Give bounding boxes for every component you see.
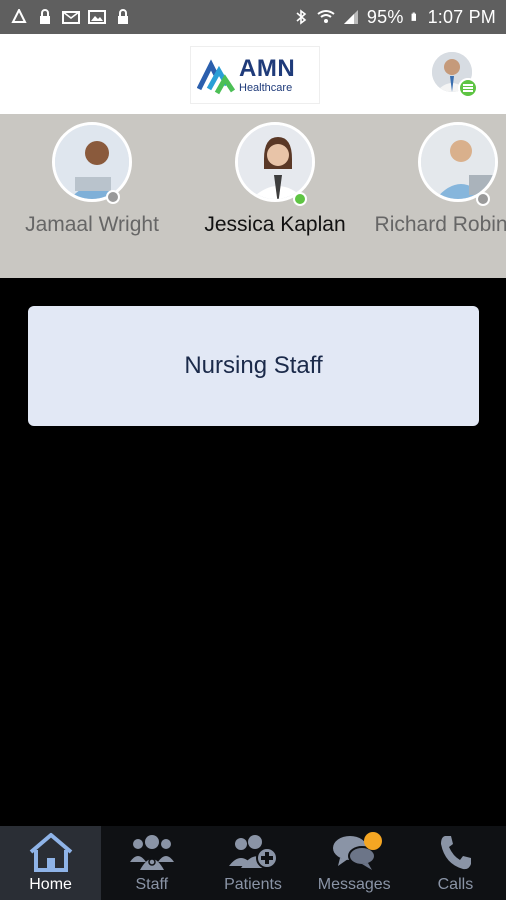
- contact-name: Richard Robinson: [374, 213, 506, 236]
- nav-staff[interactable]: Staff: [101, 826, 202, 900]
- patients-icon: [229, 835, 278, 869]
- staff-icon: [129, 835, 174, 870]
- status-bar: 95% 1:07 PM: [0, 0, 506, 34]
- status-dot-online: [293, 192, 307, 206]
- nav-label: Patients: [224, 876, 282, 893]
- nav-messages[interactable]: Messages: [304, 826, 405, 900]
- bluetooth-icon: [296, 9, 307, 25]
- logo-subtitle: Healthcare: [239, 81, 293, 94]
- avatar: [418, 122, 498, 202]
- amn-logo-mark-icon: [197, 59, 235, 95]
- status-right: 95% 1:07 PM: [292, 7, 496, 28]
- home-icon: [29, 833, 72, 872]
- user-status-badge: [458, 78, 478, 98]
- status-dot-offline: [106, 190, 120, 204]
- nav-label: Messages: [317, 876, 391, 893]
- battery-percent: 95%: [366, 6, 404, 27]
- contacts-strip: Jamaal Wright Jessica Kaplan Richard Rob…: [0, 114, 506, 278]
- app-header: AMN Healthcare: [0, 34, 506, 114]
- status-dot-offline: [476, 192, 490, 206]
- avatar: [52, 122, 132, 202]
- nav-label: Home: [29, 876, 72, 893]
- tree-icon: [11, 9, 27, 23]
- logo-text: AMN Healthcare: [239, 54, 296, 94]
- nav-calls[interactable]: Calls: [405, 826, 506, 900]
- lock-icon: [40, 9, 50, 24]
- contact-name: Jamaal Wright: [25, 213, 159, 236]
- lock-icon: [118, 9, 128, 24]
- amn-logo: AMN Healthcare: [190, 46, 320, 104]
- status-left-icons: [10, 9, 132, 25]
- logo-title: AMN: [239, 54, 296, 82]
- app-root: 95% 1:07 PM AMN Healthcare Jamaal Wright…: [0, 0, 506, 900]
- group-nursing-staff-button[interactable]: Nursing Staff: [28, 306, 479, 426]
- wifi-icon: [317, 10, 335, 23]
- nav-patients[interactable]: Patients: [202, 826, 303, 900]
- main-content: Nursing Staff: [0, 278, 506, 826]
- menu-lines-icon: [463, 84, 473, 92]
- nav-label: Staff: [135, 876, 169, 893]
- contact-richard-robinson[interactable]: Richard Robinson: [358, 122, 506, 238]
- avatar: [235, 122, 315, 202]
- person-photo-icon: [421, 125, 495, 199]
- image-icon: [88, 10, 106, 24]
- contact-jamaal-wright[interactable]: Jamaal Wright: [0, 122, 192, 238]
- nav-label: Calls: [437, 876, 474, 893]
- bottom-nav: Home Staff Patients Messages Calls: [0, 826, 506, 900]
- phone-icon: [441, 836, 472, 870]
- person-photo-icon: [55, 125, 129, 199]
- nav-home[interactable]: Home: [0, 826, 102, 900]
- messages-notification-badge: [364, 832, 382, 850]
- signal-icon: [343, 10, 358, 24]
- mail-icon: [62, 11, 80, 24]
- contact-name: Jessica Kaplan: [204, 213, 346, 236]
- person-photo-icon: [238, 125, 312, 199]
- battery-icon: [411, 12, 416, 21]
- clock: 1:07 PM: [427, 6, 496, 27]
- contact-jessica-kaplan[interactable]: Jessica Kaplan: [175, 122, 375, 238]
